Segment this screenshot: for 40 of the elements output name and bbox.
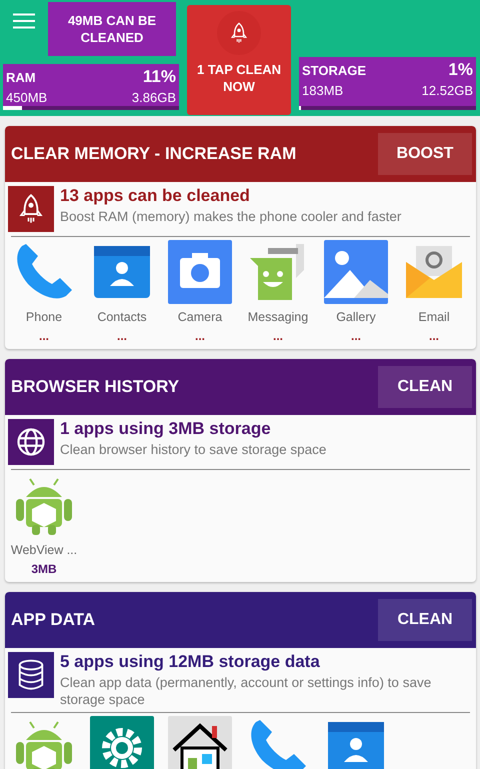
app-name: Contacts xyxy=(97,310,147,324)
section-headline: 1 apps using 3MB storage xyxy=(60,419,272,439)
action-button[interactable]: BOOST xyxy=(378,133,472,175)
app-size: ... xyxy=(38,329,49,343)
cleanable-banner: 49MB CAN BE CLEANED xyxy=(48,2,176,56)
section-title: CLEAR MEMORY - INCREASE RAM xyxy=(11,144,296,164)
section-description: Clean app data (permanently, account or settings info) to save storage space xyxy=(60,674,432,708)
app-name: Gallery xyxy=(336,310,376,324)
app-name: Camera xyxy=(178,310,222,324)
image-icon xyxy=(324,240,388,304)
section-description: Boost RAM (memory) makes the phone cooler and faster xyxy=(60,208,402,225)
app-name: Messaging xyxy=(248,310,308,324)
meter-used: 450MB xyxy=(6,90,48,105)
meter-label: STORAGE xyxy=(302,63,366,78)
section-title: APP DATA xyxy=(11,610,96,630)
section-title: BROWSER HISTORY xyxy=(11,377,180,397)
camera-icon xyxy=(168,240,232,304)
app-size: ... xyxy=(194,329,205,343)
meter-used: 183MB xyxy=(302,83,344,98)
menu-button[interactable] xyxy=(13,13,35,29)
one-tap-clean-button[interactable]: 1 TAP CLEAN NOW xyxy=(187,5,291,115)
app-size: ... xyxy=(428,329,439,343)
section-headline: 5 apps using 12MB storage data xyxy=(60,652,321,672)
meter-total: 3.86GB xyxy=(132,90,176,105)
meter-label: RAM xyxy=(6,70,36,85)
app-size: 3MB xyxy=(31,562,57,576)
app-size: ... xyxy=(116,329,127,343)
app-name: Phone xyxy=(26,310,62,324)
app-name: WebView ... xyxy=(10,543,78,557)
action-button[interactable]: CLEAN xyxy=(378,366,472,408)
meter-percent: 1% xyxy=(448,60,473,80)
section-headline: 13 apps can be cleaned xyxy=(60,186,251,206)
meter-percent: 11% xyxy=(142,67,176,87)
app-size: ... xyxy=(350,329,361,343)
app-name: Email xyxy=(418,310,450,324)
section-description: Clean browser history to save storage space xyxy=(60,441,326,458)
app-size: ... xyxy=(272,329,283,343)
action-button[interactable]: CLEAN xyxy=(378,599,472,641)
menu-icon xyxy=(13,13,35,29)
meter-total: 12.52GB xyxy=(422,83,473,98)
